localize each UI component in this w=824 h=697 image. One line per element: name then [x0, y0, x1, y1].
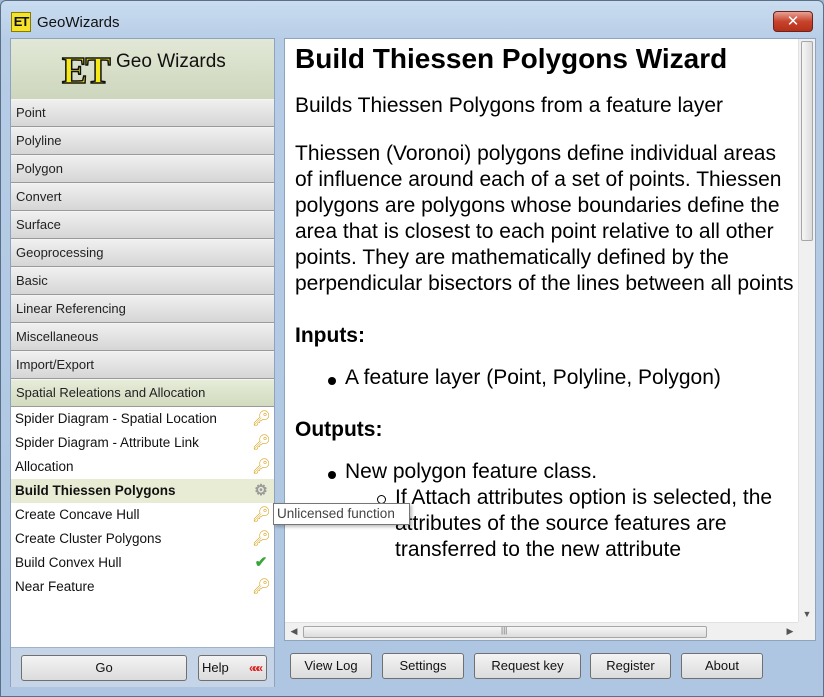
- key-icon: 🔑︎: [252, 458, 272, 475]
- check-icon: ✔: [254, 554, 268, 571]
- function-item[interactable]: Build Convex Hull ✔: [11, 551, 274, 575]
- function-label: Near Feature: [15, 579, 95, 594]
- help-button[interactable]: Help «««: [198, 655, 267, 681]
- go-button[interactable]: Go: [21, 655, 187, 681]
- help-content-panel: Build Thiessen Polygons Wizard Builds Th…: [284, 38, 816, 641]
- close-button[interactable]: ✕: [773, 11, 813, 32]
- function-label: Create Cluster Polygons: [15, 531, 162, 546]
- wizard-lead: Builds Thiessen Polygons from a feature …: [295, 94, 723, 117]
- scroll-left-arrow-icon[interactable]: ◀: [287, 623, 301, 640]
- unlicensed-tooltip: Unlicensed function: [273, 503, 410, 525]
- register-button[interactable]: Register: [590, 653, 671, 679]
- scroll-corner: [798, 622, 815, 640]
- function-label: Allocation: [15, 459, 74, 474]
- key-icon: 🔑︎: [252, 410, 272, 427]
- function-label: Spider Diagram - Attribute Link: [15, 435, 199, 450]
- category-point[interactable]: Point: [11, 99, 274, 127]
- function-item[interactable]: Spider Diagram - Attribute Link 🔑︎: [11, 431, 274, 455]
- function-item[interactable]: Create Cluster Polygons 🔑︎: [11, 527, 274, 551]
- category-polygon[interactable]: Polygon: [11, 155, 274, 183]
- key-icon: 🔑︎: [252, 578, 272, 595]
- logo-text: Geo Wizards: [116, 51, 226, 72]
- outputs-item: New polygon feature class.: [295, 459, 795, 485]
- category-convert[interactable]: Convert: [11, 183, 274, 211]
- geowizards-window: ET GeoWizards ✕ ET Geo Wizards Point Pol…: [0, 0, 824, 697]
- vertical-scroll-thumb[interactable]: [801, 41, 813, 241]
- wizard-description: Thiessen (Voronoi) polygons define indiv…: [295, 142, 794, 295]
- function-item-selected[interactable]: Build Thiessen Polygons ⚙: [11, 479, 274, 503]
- function-item[interactable]: Allocation 🔑︎: [11, 455, 274, 479]
- wizard-title: Build Thiessen Polygons Wizard: [295, 43, 728, 74]
- function-item[interactable]: Near Feature 🔑︎: [11, 575, 274, 599]
- help-content: Build Thiessen Polygons Wizard Builds Th…: [295, 41, 795, 563]
- function-label: Build Thiessen Polygons: [15, 483, 176, 498]
- key-icon: 🔑︎: [252, 434, 272, 451]
- app-icon: ET: [11, 12, 31, 32]
- function-label: Build Convex Hull: [15, 555, 122, 570]
- category-list: Point Polyline Polygon Convert Surface G…: [11, 99, 274, 407]
- help-label: Help: [202, 660, 229, 675]
- window-title: GeoWizards: [37, 14, 120, 31]
- wizard-navigator: ET Geo Wizards Point Polyline Polygon Co…: [10, 38, 275, 687]
- outputs-heading: Outputs:: [295, 418, 383, 441]
- key-icon: 🔑︎: [252, 530, 272, 547]
- scroll-right-arrow-icon[interactable]: ▶: [783, 623, 797, 640]
- view-log-button[interactable]: View Log: [290, 653, 372, 679]
- about-button[interactable]: About: [681, 653, 763, 679]
- request-key-button[interactable]: Request key: [474, 653, 581, 679]
- inputs-item: A feature layer (Point, Polyline, Polygo…: [295, 365, 795, 391]
- function-label: Create Concave Hull: [15, 507, 140, 522]
- category-spatial-relations[interactable]: Spatial Releations and Allocation: [11, 379, 274, 407]
- category-miscellaneous[interactable]: Miscellaneous: [11, 323, 274, 351]
- category-linear-referencing[interactable]: Linear Referencing: [11, 295, 274, 323]
- category-basic[interactable]: Basic: [11, 267, 274, 295]
- category-surface[interactable]: Surface: [11, 211, 274, 239]
- settings-button[interactable]: Settings: [382, 653, 464, 679]
- category-import-export[interactable]: Import/Export: [11, 351, 274, 379]
- scroll-down-arrow-icon[interactable]: ▼: [799, 607, 815, 621]
- double-arrow-icon: «««: [248, 661, 263, 675]
- function-label: Spider Diagram - Spatial Location: [15, 411, 217, 426]
- left-footer: Go Help «««: [11, 647, 274, 687]
- grip-icon: |||: [501, 626, 508, 635]
- function-list: Spider Diagram - Spatial Location 🔑︎ Spi…: [11, 407, 274, 599]
- category-geoprocessing[interactable]: Geoprocessing: [11, 239, 274, 267]
- lock-gear-icon: ⚙: [254, 482, 268, 499]
- function-item[interactable]: Create Concave Hull 🔑︎: [11, 503, 274, 527]
- horizontal-scroll-thumb[interactable]: |||: [303, 626, 707, 638]
- inputs-heading: Inputs:: [295, 324, 365, 347]
- category-polyline[interactable]: Polyline: [11, 127, 274, 155]
- function-item[interactable]: Spider Diagram - Spatial Location 🔑︎: [11, 407, 274, 431]
- title-bar[interactable]: ET GeoWizards ✕: [1, 1, 823, 35]
- et-logo: ET: [61, 50, 111, 92]
- vertical-scrollbar[interactable]: ▼: [798, 39, 815, 623]
- key-icon: 🔑︎: [252, 506, 272, 523]
- logo-area: ET Geo Wizards: [11, 39, 274, 99]
- horizontal-scrollbar[interactable]: ◀ ||| ▶: [285, 622, 799, 640]
